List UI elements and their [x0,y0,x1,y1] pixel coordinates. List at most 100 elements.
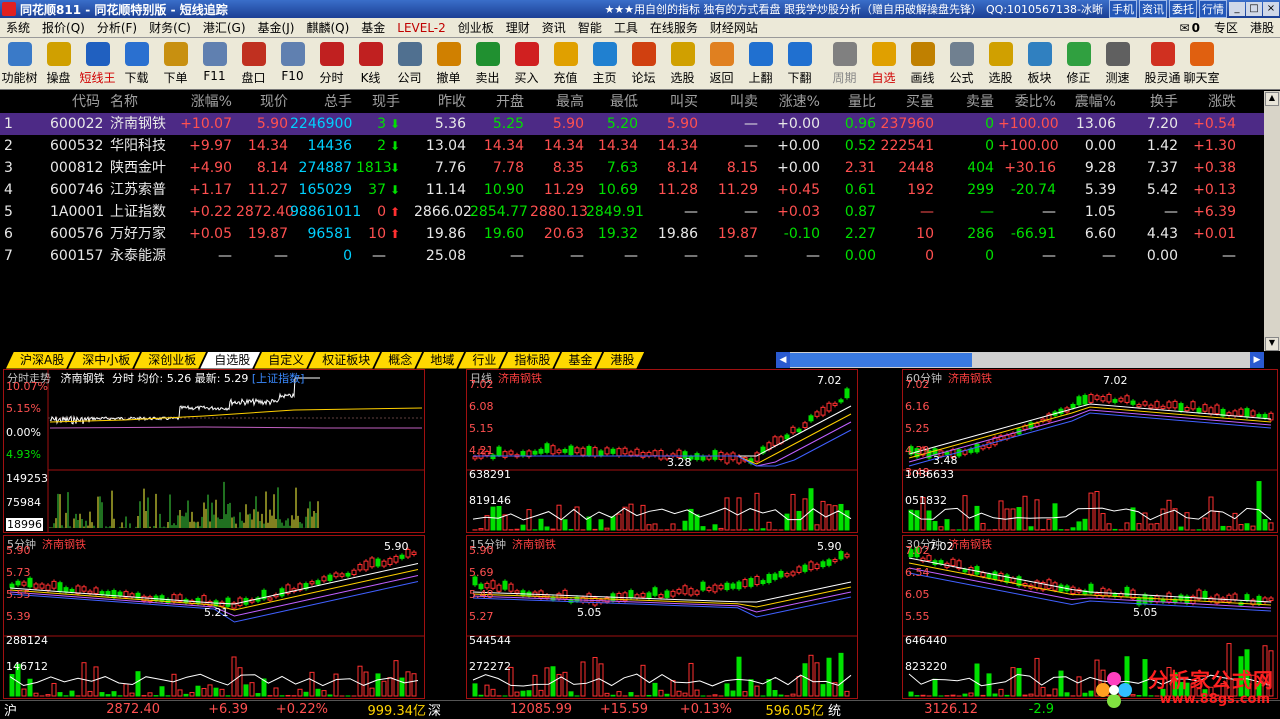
toolbar-buy-button[interactable]: 买入 [507,38,546,89]
toolbar-star-button[interactable]: 自选 [864,38,903,89]
toolbar-home-page-button[interactable]: 主页 [585,38,624,89]
index-link[interactable]: [上证指数] [252,372,305,385]
promo-text[interactable]: ★★★用自创的指标 独有的方式看盘 跟我学炒股分析（赠自用破解操盘先锋） [604,1,982,17]
column-header-wb[interactable]: 委比% [998,91,1056,113]
toolbar-sell-button[interactable]: 卖出 [468,38,507,89]
menu-right-item-0[interactable]: 专区 [1208,19,1244,36]
tab-7[interactable]: 地域 [416,352,464,369]
tab-11[interactable]: 港股 [596,352,644,369]
menu-item-5[interactable]: 基金(J) [252,19,301,36]
toolbar-trader-button[interactable]: 操盘 [39,38,78,89]
column-header-open[interactable]: 开盘 [470,91,524,113]
toolbar-filter-button[interactable]: 选股 [663,38,702,89]
tab-8[interactable]: 行业 [458,352,506,369]
table-row[interactable]: 3000812陕西金叶+4.908.142748871813⬇7.767.788… [0,157,1264,179]
menu-item-13[interactable]: 工具 [608,19,644,36]
menu-item-4[interactable]: 港汇(G) [197,19,252,36]
toolbar-period-button[interactable]: 周期 [825,38,864,89]
table-row[interactable]: 7600157永泰能源——0—25.08——————0.0000——0.00— [0,245,1264,267]
column-header-ask[interactable]: 叫卖 [702,91,758,113]
table-row[interactable]: 6600576万好万家+0.0519.879658110⬆19.8619.602… [0,223,1264,245]
column-header-qr[interactable]: 量比 [826,91,876,113]
toolbar-company-button[interactable]: 公司 [390,38,429,89]
quotes-button[interactable]: 行情 [1199,0,1227,18]
table-row[interactable]: 1600022济南钢铁+10.075.9022469003⬇5.365.255.… [0,113,1264,135]
column-header-high[interactable]: 最高 [530,91,584,113]
toolbar-speed-button[interactable]: 测速 [1098,38,1137,89]
mail-icon[interactable]: ✉ [1178,21,1192,35]
tab-5[interactable]: 权证板块 [308,352,380,369]
maximize-icon[interactable]: □ [1246,2,1262,16]
menu-item-10[interactable]: 理财 [500,19,536,36]
tab-3[interactable]: 自选股 [200,352,260,369]
toolbar-minute-button[interactable]: 分时 [312,38,351,89]
toolbar-pen-button[interactable]: 画线 [903,38,942,89]
scroll-left-icon[interactable]: ◀ [776,352,790,368]
toolbar-up-button[interactable]: 上翻 [741,38,780,89]
60min-kline-chart[interactable]: 60分钟济南钢铁7.026.165.254.393.48103663305183… [902,369,1278,533]
toolbar-fix-button[interactable]: 修正 [1059,38,1098,89]
column-header-chg[interactable]: 涨幅% [176,91,232,113]
menu-item-8[interactable]: LEVEL-2 [391,21,452,35]
minimize-icon[interactable]: _ [1229,2,1245,16]
column-header-name[interactable]: 名称 [110,91,176,113]
scroll-up-icon[interactable]: ▲ [1265,92,1279,106]
menu-item-15[interactable]: 财经网站 [704,19,764,36]
toolbar-kline-button[interactable]: K线 [351,38,390,89]
table-row[interactable]: 2600532华阳科技+9.9714.34144362⬇13.0414.3414… [0,135,1264,157]
toolbar-handicap-button[interactable]: 盘口 [234,38,273,89]
menu-item-1[interactable]: 报价(Q) [36,19,91,36]
column-header-low[interactable]: 最低 [586,91,638,113]
column-header-vol[interactable]: 总手 [290,91,352,113]
column-header-amp[interactable]: 震幅% [1062,91,1116,113]
toolbar-forum-button[interactable]: 论坛 [624,38,663,89]
toolbar-select-stock-button[interactable]: 选股 [981,38,1020,89]
scroll-right-icon[interactable]: ▶ [1250,352,1264,368]
column-header-diff[interactable]: 涨跌 [1184,91,1236,113]
mobile-button[interactable]: 手机 [1109,0,1137,18]
toolbar-back-button[interactable]: 返回 [702,38,741,89]
column-header-cur[interactable]: 现手 [356,91,400,113]
5min-kline-chart[interactable]: 5分钟济南钢铁5.905.735.555.392881241467125.905… [3,535,425,699]
tab-9[interactable]: 指标股 [500,352,560,369]
news-button[interactable]: 资讯 [1139,0,1167,18]
tab-6[interactable]: 概念 [374,352,422,369]
column-header-prev[interactable]: 昨收 [414,91,466,113]
toolbar-down-button[interactable]: 下翻 [780,38,819,89]
scroll-thumb[interactable] [790,353,972,367]
toolbar-chat-button[interactable]: 聊天室 [1182,38,1221,89]
column-header-turn[interactable]: 换手 [1126,91,1178,113]
menu-item-3[interactable]: 财务(C) [143,19,197,36]
column-header-code[interactable]: 代码 [50,91,100,113]
tab-4[interactable]: 自定义 [254,352,314,369]
tab-0[interactable]: 沪深A股 [6,352,74,369]
close-icon[interactable]: × [1263,2,1279,16]
menu-item-6[interactable]: 麒麟(Q) [300,19,355,36]
toolbar-f11-button[interactable]: F11 [195,38,234,89]
tab-10[interactable]: 基金 [554,352,602,369]
column-header-price[interactable]: 现价 [236,91,288,113]
column-header-speed[interactable]: 涨速% [762,91,820,113]
daily-kline-chart[interactable]: 日线济南钢铁7.026.085.154.216382918191467.023.… [466,369,858,533]
toolbar-recharge-button[interactable]: 充值 [546,38,585,89]
menu-item-11[interactable]: 资讯 [536,19,572,36]
column-header-bid[interactable]: 叫买 [640,91,698,113]
menu-item-12[interactable]: 智能 [572,19,608,36]
tab-2[interactable]: 深创业板 [134,352,206,369]
toolbar-notice-button[interactable]: 股灵通 [1143,38,1182,89]
menu-item-0[interactable]: 系统 [0,19,36,36]
intraday-chart[interactable]: 分时走势 济南钢铁 分时 均价: 5.26 最新: 5.29 [上证指数] 10… [3,369,425,533]
toolbar-globe-button[interactable]: 下载 [117,38,156,89]
scroll-down-icon[interactable]: ▼ [1265,337,1279,351]
table-row[interactable]: 51A0001上证指数+0.222872.40988610110⬆2866.02… [0,201,1264,223]
toolbar-formula-button[interactable]: 公式 [942,38,981,89]
table-row[interactable]: 4600746江苏索普+1.1711.2716502937⬇11.1410.90… [0,179,1264,201]
tab-1[interactable]: 深中小板 [68,352,140,369]
toolbar-f10-button[interactable]: F10 [273,38,312,89]
toolbar-tree-button[interactable]: 功能树 [0,38,39,89]
menu-item-9[interactable]: 创业板 [452,19,500,36]
vertical-scrollbar[interactable]: ▲ ▼ [1264,91,1280,353]
toolbar-order-button[interactable]: 下单 [156,38,195,89]
toolbar-king-button[interactable]: 短线王 [78,38,117,89]
column-header-svol[interactable]: 卖量 [940,91,994,113]
